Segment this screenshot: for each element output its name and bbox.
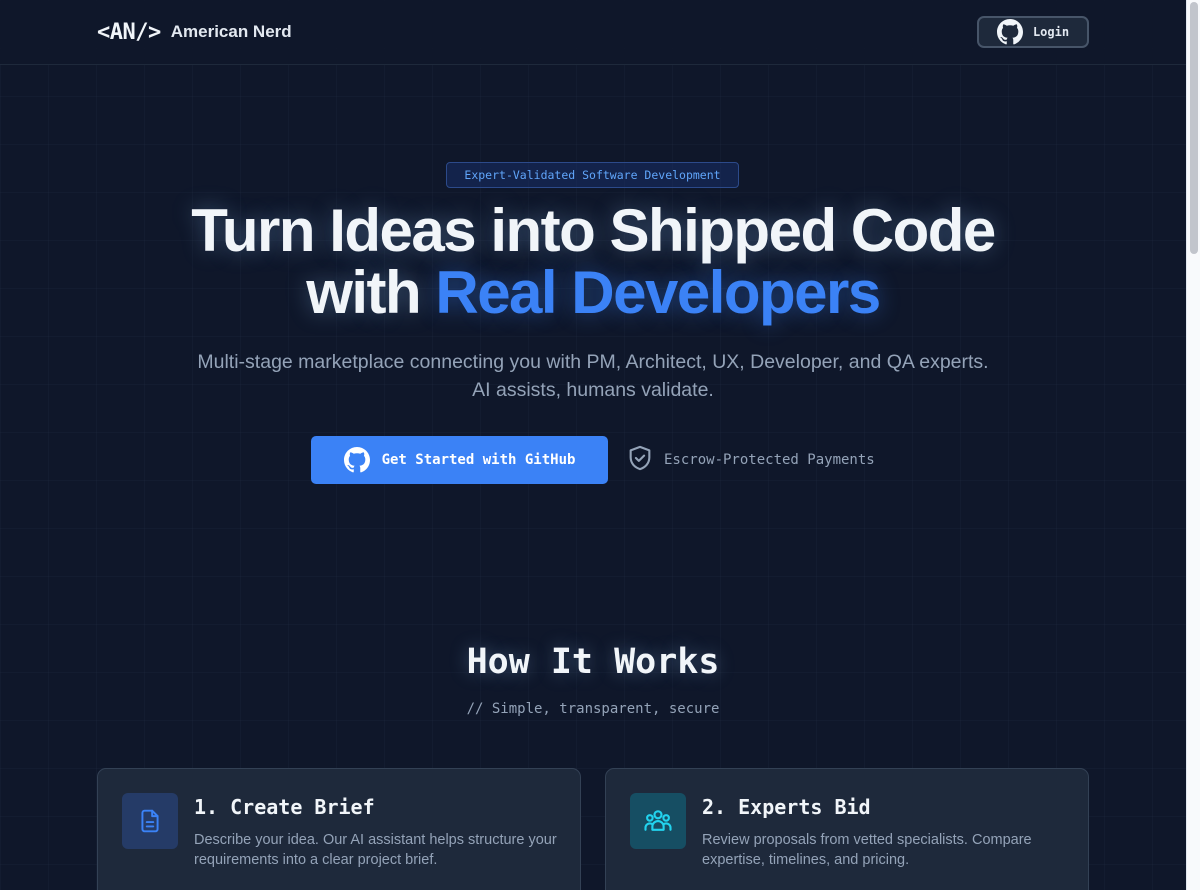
scrollbar-thumb[interactable] xyxy=(1190,2,1198,254)
step-card-description: Describe your idea. Our AI assistant hel… xyxy=(194,832,557,868)
logo-text: American Nerd xyxy=(170,22,292,41)
step-card-title: 1. Create Brief xyxy=(194,795,375,819)
hero-title: Turn Ideas into Shipped Code with Real D… xyxy=(93,200,1093,324)
step-card-experts-bid: 2. Experts Bid Review proposals from vet… xyxy=(605,768,1089,890)
step-card-create-brief: 1. Create Brief Describe your idea. Our … xyxy=(97,768,581,890)
github-icon xyxy=(996,19,1023,45)
hero-title-accent: Real Developers xyxy=(435,259,881,326)
logo-link[interactable]: <AN/> American Nerd xyxy=(97,17,292,47)
hero-subtitle: Multi-stage marketplace connecting you w… xyxy=(197,351,989,401)
shield-check-icon xyxy=(626,444,654,476)
hero-title-line2-prefix: with xyxy=(306,259,436,326)
page-scrollbar[interactable] xyxy=(1186,0,1200,890)
login-label: Login xyxy=(1032,25,1070,39)
step-card-title: 2. Experts Bid xyxy=(702,795,871,819)
hero-title-line1: Turn Ideas into Shipped Code xyxy=(191,197,996,264)
logo-mark: <AN/> xyxy=(97,19,161,45)
users-icon xyxy=(630,793,686,849)
how-it-works-subtitle: // Simple, transparent, secure xyxy=(466,701,720,717)
escrow-note: Escrow-Protected Payments xyxy=(626,445,875,475)
get-started-github-button[interactable]: Get Started with GitHub xyxy=(311,436,608,484)
cta-label: Get Started with GitHub xyxy=(381,452,576,468)
login-button[interactable]: Login xyxy=(977,16,1089,48)
escrow-label: Escrow-Protected Payments xyxy=(664,452,875,468)
page: <AN/> American Nerd Login Expert-Validat… xyxy=(0,0,1186,890)
document-icon xyxy=(122,793,178,849)
site-header: <AN/> American Nerd Login xyxy=(0,0,1186,65)
hero-badge: Expert-Validated Software Development xyxy=(446,162,739,188)
github-icon xyxy=(343,447,370,473)
step-card-description: Review proposals from vetted specialists… xyxy=(702,832,1032,868)
how-it-works-title: How It Works xyxy=(466,642,720,682)
